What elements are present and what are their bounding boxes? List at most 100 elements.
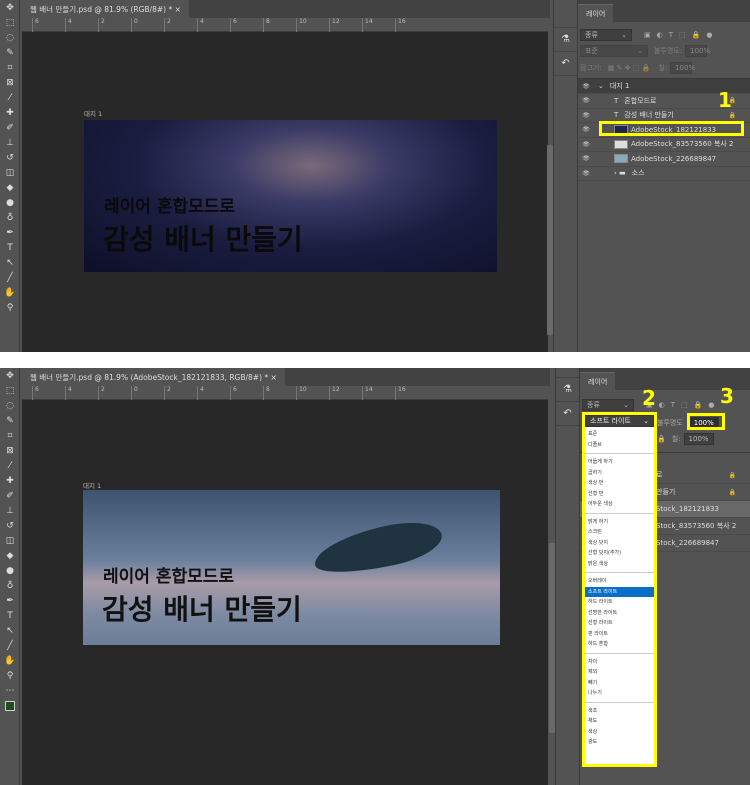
quick-select-icon[interactable]: ✎: [0, 413, 20, 428]
zoom-tool-icon[interactable]: ⚲: [0, 668, 20, 683]
document-tab[interactable]: 웹 배너 만들기.psd @ 81.9% (RGB/8#) * ×: [22, 0, 189, 18]
blend-mode-option[interactable]: 선명한 라이트: [585, 608, 654, 619]
layer-row[interactable]: 👁 AdobeStock_83573560 복사 2: [578, 137, 750, 152]
eye-icon[interactable]: 👁: [578, 141, 594, 148]
eye-icon[interactable]: 👁: [578, 155, 594, 162]
line-tool-icon[interactable]: ╱: [0, 270, 20, 285]
stamp-tool-icon[interactable]: ⊥: [0, 503, 20, 518]
blend-mode-option[interactable]: 색상 닷지: [585, 538, 654, 549]
frame-tool-icon[interactable]: ⊠: [0, 75, 20, 90]
zoom-tool-icon[interactable]: ⚲: [0, 300, 20, 315]
hand-tool-icon[interactable]: ✋: [0, 285, 20, 300]
eyedropper-icon[interactable]: ⁄: [0, 90, 20, 105]
document-tab[interactable]: 웹 배너 만들기.psd @ 81.9% (AdobeStock_1821218…: [22, 368, 285, 386]
blend-mode-option[interactable]: 색상 번: [585, 478, 654, 489]
history-brush-icon[interactable]: ↺: [0, 150, 20, 165]
blend-mode-option[interactable]: 하드 라이트: [585, 597, 654, 608]
blend-mode-option[interactable]: 선형 번: [585, 489, 654, 500]
blend-mode-option[interactable]: 제외: [585, 667, 654, 678]
healing-brush-icon[interactable]: ✚: [0, 473, 20, 488]
blend-mode-option[interactable]: 밝은 색상: [585, 559, 654, 570]
pen-tool-icon[interactable]: ✒: [0, 593, 20, 608]
blend-mode-option[interactable]: 색조: [585, 706, 654, 717]
dodge-tool-icon[interactable]: ♁: [0, 210, 20, 225]
bucket-icon[interactable]: ◆: [0, 548, 20, 563]
blend-mode-option[interactable]: 채도: [585, 716, 654, 727]
history-brush-icon[interactable]: ↺: [0, 518, 20, 533]
eye-icon[interactable]: 👁: [578, 97, 594, 104]
blend-mode-option[interactable]: 색상: [585, 727, 654, 738]
artboard-starry-banner[interactable]: 레이어 혼합모드로 감성 배너 만들기: [84, 120, 497, 272]
blend-mode-option[interactable]: 곱하기: [585, 468, 654, 479]
blend-mode-option[interactable]: 스크린: [585, 527, 654, 538]
history-icon[interactable]: ↶: [556, 402, 579, 426]
blend-mode-option[interactable]: 표준: [585, 429, 654, 440]
lasso-tool-icon[interactable]: ◌: [0, 30, 20, 45]
filter-kind-select[interactable]: 종류 ⌄: [580, 29, 632, 41]
eyedropper-icon[interactable]: ⁄: [0, 458, 20, 473]
eye-icon[interactable]: 👁: [578, 126, 594, 133]
crop-tool-icon[interactable]: ⌗: [0, 428, 20, 443]
quick-select-icon[interactable]: ✎: [0, 45, 20, 60]
fill-field[interactable]: 100%: [683, 433, 714, 445]
lasso-tool-icon[interactable]: ◌: [0, 398, 20, 413]
blur-tool-icon[interactable]: ●: [0, 195, 20, 210]
line-tool-icon[interactable]: ╱: [0, 638, 20, 653]
brush-tool-icon[interactable]: ✐: [0, 488, 20, 503]
layer-row[interactable]: 👁 › ▬ 소스: [578, 166, 750, 181]
blend-mode-option[interactable]: 핀 라이트: [585, 629, 654, 640]
layers-tab[interactable]: 레이어: [578, 4, 614, 22]
move-tool-icon[interactable]: ✥: [0, 0, 20, 15]
eye-icon[interactable]: 👁: [578, 170, 594, 177]
eye-icon[interactable]: 👁: [578, 112, 594, 119]
hand-tool-icon[interactable]: ✋: [0, 653, 20, 668]
color-swatches[interactable]: [0, 698, 20, 713]
blend-mode-option[interactable]: 광도: [585, 737, 654, 748]
history-icon[interactable]: ↶: [554, 52, 577, 76]
blend-mode-option[interactable]: 선형 라이트: [585, 618, 654, 629]
crop-tool-icon[interactable]: ⌗: [0, 60, 20, 75]
blur-tool-icon[interactable]: ●: [0, 563, 20, 578]
eye-icon[interactable]: 👁: [578, 83, 594, 90]
pen-tool-icon[interactable]: ✒: [0, 225, 20, 240]
artboard-whale-banner[interactable]: 레이어 혼합모드로 감성 배너 만들기: [83, 490, 500, 645]
layer-row[interactable]: 👁 AdobeStock_226689847: [578, 152, 750, 167]
filter-kind-select[interactable]: 종류 ⌄: [582, 399, 634, 411]
blend-mode-option[interactable]: 차이: [585, 657, 654, 668]
blend-mode-option[interactable]: 나누기: [585, 688, 654, 699]
bucket-icon[interactable]: ◆: [0, 180, 20, 195]
blend-mode-option[interactable]: 빼기: [585, 678, 654, 689]
brush-tool-icon[interactable]: ✐: [0, 120, 20, 135]
dodge-tool-icon[interactable]: ♁: [0, 578, 20, 593]
filter-icons[interactable]: ▣◐T⬚🔒●: [646, 401, 720, 409]
eraser-icon[interactable]: ◫: [0, 165, 20, 180]
blend-mode-option[interactable]: 오버레이: [585, 576, 654, 587]
stamp-tool-icon[interactable]: ⊥: [0, 135, 20, 150]
layers-tab[interactable]: 레이어: [580, 372, 616, 390]
type-tool-icon[interactable]: T: [0, 608, 20, 623]
path-select-icon[interactable]: ↖: [0, 623, 20, 638]
frame-tool-icon[interactable]: ⊠: [0, 443, 20, 458]
blend-mode-option[interactable]: 어둡게 하기: [585, 457, 654, 468]
marquee-tool-icon[interactable]: ⬚: [0, 383, 20, 398]
path-select-icon[interactable]: ↖: [0, 255, 20, 270]
blend-mode-option[interactable]: 디졸브: [585, 440, 654, 451]
blend-mode-option[interactable]: 소프트 라이트: [585, 586, 654, 597]
close-icon[interactable]: ×: [175, 5, 181, 14]
filter-icons[interactable]: ▣◐T⬚🔒●: [644, 31, 718, 39]
move-tool-icon[interactable]: ✥: [0, 368, 20, 383]
healing-brush-icon[interactable]: ✚: [0, 105, 20, 120]
edit-toolbar-icon[interactable]: ⋯: [0, 683, 20, 698]
close-icon[interactable]: ×: [271, 373, 277, 382]
blend-mode-option[interactable]: 선형 닷지(추가): [585, 548, 654, 559]
marquee-tool-icon[interactable]: ⬚: [0, 15, 20, 30]
blend-mode-option[interactable]: 어두운 색상: [585, 499, 654, 510]
blend-mode-dropdown[interactable]: 소프트 라이트 ⌄ 표준 디졸브어둡게 하기 곱하기 색상 번 선형 번 어두운 색상밝게 …: [582, 412, 657, 767]
blend-mode-option[interactable]: 밝게 하기: [585, 517, 654, 528]
blend-mode-select[interactable]: 소프트 라이트 ⌄: [585, 415, 654, 427]
adjust-icon[interactable]: ⚗: [554, 28, 577, 52]
type-tool-icon[interactable]: T: [0, 240, 20, 255]
adjust-icon[interactable]: ⚗: [556, 378, 579, 402]
eraser-icon[interactable]: ◫: [0, 533, 20, 548]
blend-mode-option[interactable]: 하드 혼합: [585, 639, 654, 650]
